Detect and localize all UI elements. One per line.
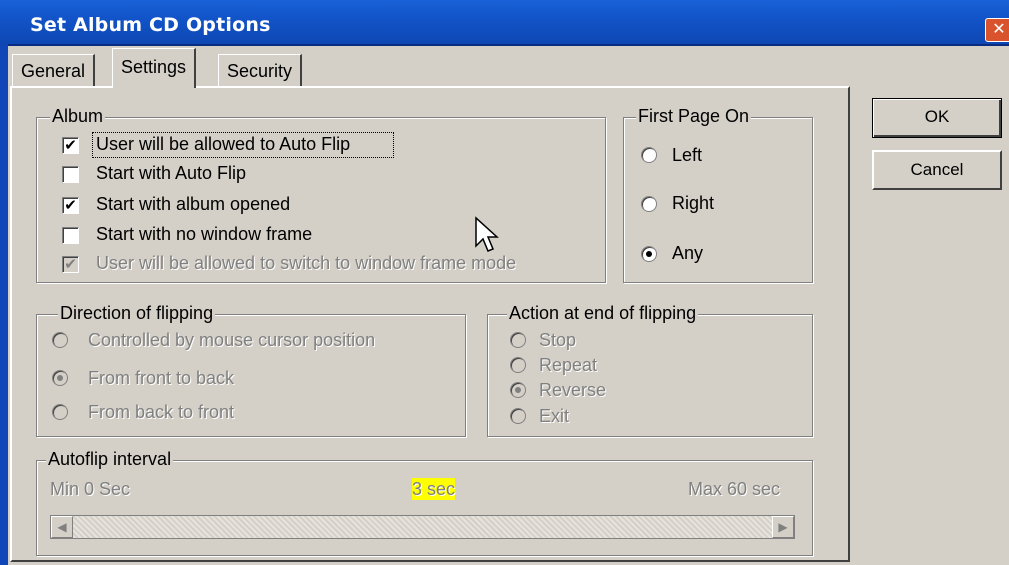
mouse-cursor-icon — [475, 216, 499, 252]
tab-security-label: Security — [227, 61, 293, 81]
end-action-stop-radio — [510, 332, 526, 348]
ok-button[interactable]: OK — [872, 98, 1002, 138]
window-frame-edge — [0, 44, 8, 565]
end-action-exit-radio — [510, 408, 526, 424]
first-page-any-radio[interactable] — [641, 246, 657, 262]
scroll-right-button: ▶ — [772, 516, 794, 538]
autoflip-min-label: Min 0 Sec — [50, 479, 131, 499]
start-album-opened-checkbox[interactable]: ✔ — [62, 197, 79, 214]
direction-mouse-radio — [52, 332, 68, 348]
tab-settings-label: Settings — [121, 57, 187, 77]
end-action-reverse-label: Reverse — [539, 380, 607, 400]
close-icon: ✕ — [992, 21, 1006, 38]
direction-front-back-label: From front to back — [88, 368, 235, 388]
autoflip-interval-scrollbar: ◀ ▶ — [50, 515, 795, 539]
tab-general-label: General — [21, 61, 86, 81]
direction-mouse-label: Controlled by mouse cursor position — [88, 330, 376, 350]
auto-flip-allowed-checkbox[interactable]: ✔ — [62, 137, 79, 154]
tab-general[interactable]: General — [12, 54, 96, 86]
end-action-group-label: Action at end of flipping — [507, 303, 699, 323]
end-action-repeat-radio — [510, 357, 526, 373]
first-page-right-label[interactable]: Right — [672, 192, 714, 214]
end-action-exit-label: Exit — [539, 406, 570, 426]
start-album-opened-label[interactable]: Start with album opened — [96, 193, 290, 215]
end-action-stop-label: Stop — [539, 330, 577, 350]
autoflip-max-label: Max 60 sec — [688, 479, 781, 499]
tab-settings[interactable]: Settings — [112, 48, 197, 88]
radio-selected-dot — [57, 375, 63, 381]
window-frame-mode-checkbox: ✔ — [62, 256, 79, 273]
autoflip-group — [36, 460, 813, 556]
first-page-right-radio[interactable] — [641, 196, 657, 212]
end-action-repeat-label: Repeat — [539, 355, 598, 375]
direction-group-label: Direction of flipping — [58, 303, 216, 323]
close-button[interactable]: ✕ — [985, 18, 1009, 42]
start-auto-flip-label[interactable]: Start with Auto Flip — [96, 162, 246, 184]
end-action-reverse-radio — [510, 382, 526, 398]
no-window-frame-checkbox[interactable] — [62, 227, 79, 244]
autoflip-current-value: 3 sec — [412, 478, 456, 500]
start-auto-flip-checkbox[interactable] — [62, 166, 79, 183]
first-page-group-label: First Page On — [636, 106, 752, 126]
direction-back-front-label: From back to front — [88, 402, 235, 422]
radio-selected-dot — [515, 387, 521, 393]
window-frame-mode-label: User will be allowed to switch to window… — [96, 253, 517, 273]
first-page-left-label[interactable]: Left — [672, 144, 702, 166]
direction-front-back-radio — [52, 370, 68, 386]
first-page-left-radio[interactable] — [641, 147, 657, 163]
first-page-any-label[interactable]: Any — [672, 242, 703, 264]
end-action-group — [487, 314, 813, 437]
album-group-label: Album — [50, 106, 106, 126]
radio-selected-dot — [646, 251, 652, 257]
tab-security[interactable]: Security — [218, 54, 303, 86]
cancel-button-label: Cancel — [910, 160, 964, 179]
scroll-left-button: ◀ — [51, 516, 73, 538]
window-title: Set Album CD Options — [30, 14, 271, 36]
autoflip-group-label: Autoflip interval — [46, 449, 174, 469]
auto-flip-allowed-label[interactable]: User will be allowed to Auto Flip — [96, 133, 350, 155]
no-window-frame-label[interactable]: Start with no window frame — [96, 223, 312, 245]
ok-button-label: OK — [924, 107, 950, 126]
cancel-button[interactable]: Cancel — [872, 150, 1002, 190]
direction-back-front-radio — [52, 404, 68, 420]
